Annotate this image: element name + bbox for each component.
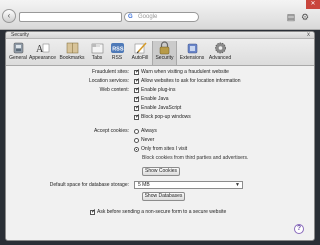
window-title: Security [11, 32, 30, 38]
svg-text:RSS: RSS [112, 47, 124, 53]
rss-icon: RSS [110, 43, 124, 53]
tab-appearance[interactable]: A Appearance [28, 41, 57, 65]
security-preferences-window: Security x General A Appearance Bookmark… [5, 31, 315, 241]
tab-label: Bookmarks [59, 55, 85, 61]
search-placeholder: Google [138, 14, 158, 20]
checkbox-label: Block pop-up windows [141, 114, 191, 120]
tab-label: Security [155, 55, 174, 61]
extensions-icon [187, 43, 197, 54]
checkbox-label: Enable plug-ins [141, 87, 176, 93]
tab-label: Advanced [208, 55, 232, 61]
tab-label: AutoFill [131, 55, 149, 61]
radio-label: Only from sites I visit [141, 146, 188, 152]
database-storage-select[interactable]: 5 MB ▼ [134, 181, 243, 189]
cookies-never-radio[interactable]: Never [134, 137, 154, 143]
accept-cookies-label: Accept cookies: [93, 128, 129, 134]
radio-button[interactable] [134, 137, 139, 143]
database-storage-label: Default space for database storage: [49, 182, 129, 188]
checkbox-label: Ask before sending a non-secure form to … [97, 209, 227, 215]
web-content-label: Web content: [99, 87, 129, 93]
enable-java-checkbox[interactable]: Enable Java [134, 96, 169, 103]
checkbox[interactable] [134, 114, 140, 121]
tab-bookmarks[interactable]: Bookmarks [58, 41, 86, 65]
page-icon[interactable]: ▤ [285, 11, 297, 23]
back-button[interactable]: ‹ [2, 9, 16, 23]
search-field[interactable]: G Google [124, 12, 199, 22]
block-popups-checkbox[interactable]: Block pop-up windows [134, 114, 191, 121]
tab-label: RSS [111, 55, 123, 61]
tab-security[interactable]: Security [152, 41, 177, 65]
radio-label: Never [141, 137, 155, 143]
tabs-icon [91, 43, 103, 54]
browser-toolbar: ‹ G Google ▤ ⚙ ✕ [0, 0, 320, 30]
preferences-toolbar: General A Appearance Bookmarks Tabs RSS … [6, 39, 314, 66]
tab-label: Extensions [179, 55, 205, 61]
cookies-always-radio[interactable]: Always [134, 128, 157, 134]
tab-label: Tabs [91, 55, 103, 61]
checkbox[interactable] [134, 105, 140, 112]
checkbox-label: Allow websites to ask for location infor… [141, 78, 241, 84]
checkbox[interactable] [134, 69, 140, 76]
tab-extensions[interactable]: Extensions [179, 41, 205, 65]
location-request-checkbox[interactable]: Allow websites to ask for location infor… [134, 78, 241, 85]
radio-button[interactable] [134, 128, 139, 134]
checkbox-label: Enable JavaScript [141, 105, 182, 111]
checkbox-label: Warn when visiting a fraudulent website [141, 69, 229, 75]
show-databases-button[interactable]: Show Databases [142, 192, 185, 201]
cookie-policy-note: Block cookies from third parties and adv… [142, 155, 249, 161]
checkbox[interactable] [90, 209, 96, 216]
checkbox[interactable] [134, 78, 140, 85]
security-settings-panel: Fraudulent sites: Warn when visiting a f… [6, 67, 314, 240]
tab-advanced[interactable]: Advanced [207, 41, 233, 65]
window-titlebar: Security x [6, 32, 314, 39]
radio-label: Always [141, 128, 157, 134]
wrench-icon[interactable]: ⚙ [299, 11, 311, 23]
tab-general[interactable]: General [9, 41, 27, 65]
radio-button[interactable] [134, 146, 139, 152]
checkbox[interactable] [134, 87, 140, 94]
checkbox-label: Enable Java [141, 96, 169, 102]
tab-rss[interactable]: RSS RSS [108, 41, 126, 65]
tab-label: Appearance [29, 55, 56, 61]
fraudulent-warning-checkbox[interactable]: Warn when visiting a fraudulent website [134, 69, 229, 76]
cookies-only-visited-radio[interactable]: Only from sites I visit [134, 146, 187, 152]
address-bar[interactable] [19, 12, 122, 22]
non-secure-form-checkbox[interactable]: Ask before sending a non-secure form to … [90, 209, 227, 216]
gear-icon [214, 42, 226, 54]
database-storage-value: 5 MB [138, 182, 150, 188]
enable-plugins-checkbox[interactable]: Enable plug-ins [134, 87, 176, 94]
window-close-icon[interactable]: ✕ [306, 0, 320, 9]
chevron-down-icon: ▼ [235, 182, 240, 188]
tab-autofill[interactable]: AutoFill [129, 41, 151, 65]
general-switch-icon [13, 42, 23, 54]
google-icon: G [128, 14, 133, 20]
tab-label: General [9, 55, 27, 61]
fraudulent-sites-label: Fraudulent sites: [92, 69, 129, 75]
help-button[interactable]: ? [294, 224, 304, 234]
appearance-icon: A [36, 43, 50, 55]
lock-icon [159, 41, 170, 55]
autofill-pencil-icon [134, 42, 147, 54]
close-icon[interactable]: x [307, 32, 310, 39]
bookmarks-icon [66, 42, 78, 54]
show-cookies-button[interactable]: Show Cookies [142, 167, 180, 176]
location-services-label: Location services: [88, 78, 129, 84]
enable-javascript-checkbox[interactable]: Enable JavaScript [134, 105, 182, 112]
tab-tabs[interactable]: Tabs [88, 41, 106, 65]
checkbox[interactable] [134, 96, 140, 103]
